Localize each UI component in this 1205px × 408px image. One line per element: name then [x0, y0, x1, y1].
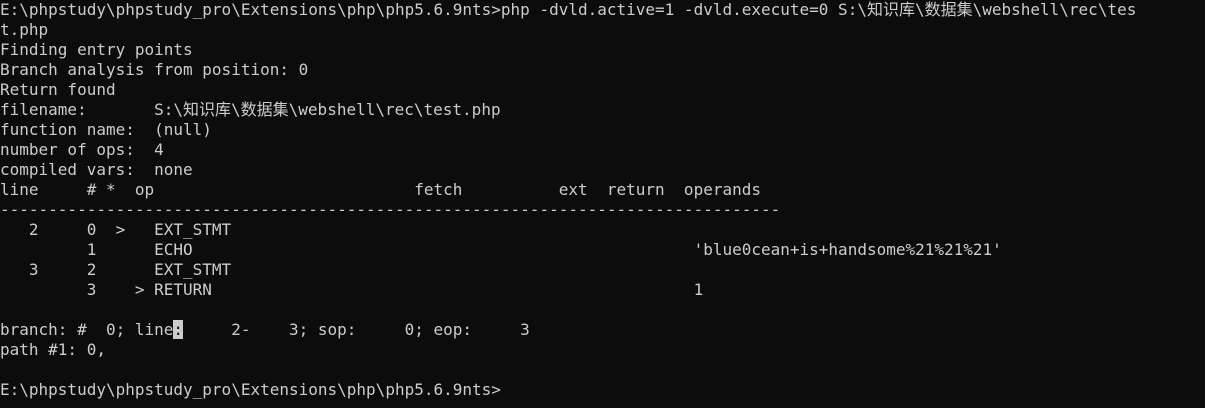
command-line-wrap: t.php: [0, 20, 49, 39]
opcode-row: 3 2 EXT_STMT: [0, 260, 232, 279]
prompt-line[interactable]: E:\phpstudy\phpstudy_pro\Extensions\php\…: [0, 380, 1205, 400]
filename-line: filename: S:\知识库\数据集\webshell\rec\test.p…: [0, 100, 501, 119]
output-line: Branch analysis from position: 0: [0, 60, 309, 79]
text-cursor[interactable]: :: [173, 320, 184, 339]
branch-text-after: 2- 3; sop: 0; eop: 3: [183, 320, 530, 339]
opcode-row: 1 ECHO 'blue0cean+is+handsome%21%21%21': [0, 240, 1002, 259]
command-line: E:\phpstudy\phpstudy_pro\Extensions\php\…: [0, 0, 1137, 19]
branch-line: branch: # 0; line: 2- 3; sop: 0; eop: 3: [0, 320, 1205, 340]
opcode-table-header: line # * op fetch ext return operands: [0, 180, 761, 199]
number-of-ops-line: number of ops: 4: [0, 140, 164, 159]
opcode-row: 3 > RETURN 1: [0, 280, 704, 299]
opcode-row: 2 0 > EXT_STMT: [0, 220, 232, 239]
output-line: Return found: [0, 80, 116, 99]
output-line: Finding entry points: [0, 40, 193, 59]
terminal-window[interactable]: E:\phpstudy\phpstudy_pro\Extensions\php\…: [0, 0, 1205, 408]
compiled-vars-line: compiled vars: none: [0, 160, 193, 179]
path-line: path #1: 0,: [0, 340, 106, 359]
function-name-line: function name: (null): [0, 120, 212, 139]
opcode-table-divider: ----------------------------------------…: [0, 200, 781, 219]
branch-text-before: branch: # 0; line: [0, 320, 174, 339]
